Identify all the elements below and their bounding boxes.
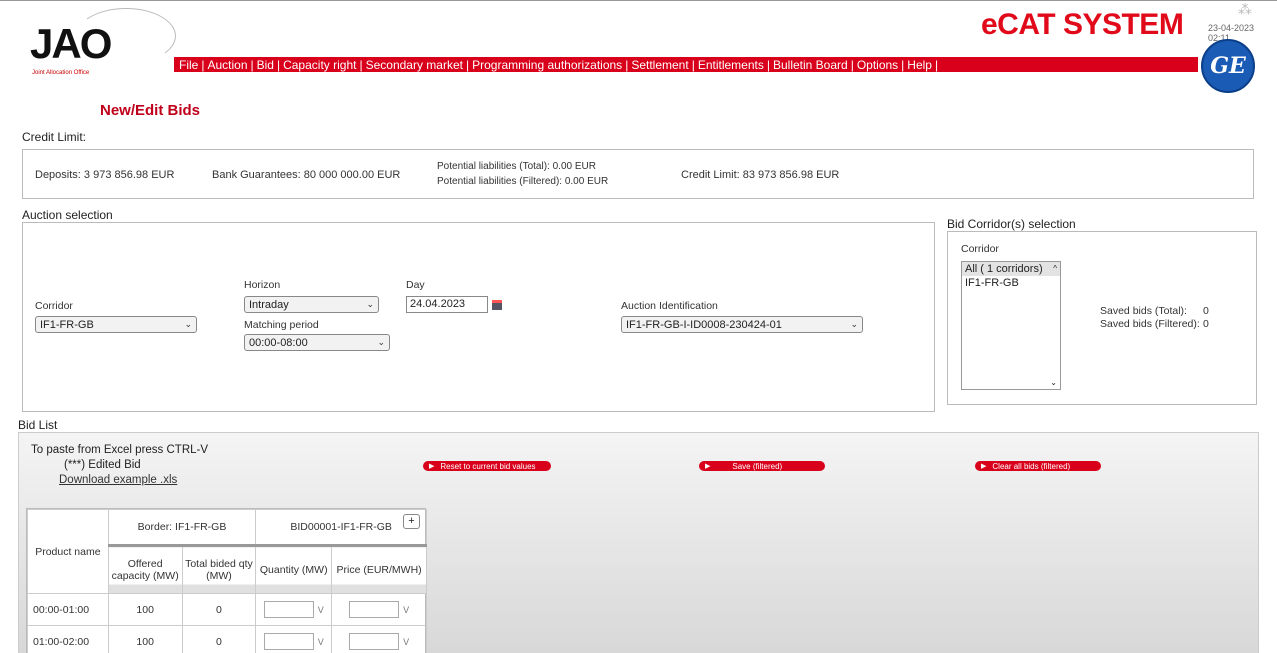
- saved-total-value: 0: [1203, 305, 1209, 317]
- edited-hint: (***) Edited Bid: [64, 459, 141, 471]
- bank-guarantees-text: Bank Guarantees: 80 000 000.00 EUR: [212, 169, 401, 181]
- chevron-down-icon: ⌄: [366, 299, 374, 309]
- offered-capacity-cell: 100: [107, 593, 183, 626]
- bid-id-header: BID00001-IF1-FR-GB: [255, 509, 427, 547]
- auction-id-value: IF1-FR-GB-I-ID0008-230424-01: [626, 318, 782, 331]
- quantity-cell: V: [255, 625, 333, 653]
- potential-filtered-text: Potential liabilities (Filtered): 0.00 E…: [437, 176, 609, 187]
- corridor-listbox[interactable]: All ( 1 corridors) IF1-FR-GB ^ ⌄: [961, 261, 1061, 390]
- price-input[interactable]: [349, 633, 400, 650]
- matching-period-label: Matching period: [244, 319, 319, 331]
- price-cell: V: [331, 625, 427, 653]
- price-cell: V: [331, 593, 427, 626]
- price-input[interactable]: [349, 601, 400, 618]
- credit-limit-text: Credit Limit: 83 973 856.98 EUR: [681, 169, 840, 181]
- top-border: [0, 0, 1277, 1]
- bid-grid: Product name Border: IF1-FR-GB BID00001-…: [26, 508, 427, 653]
- loading-icon: ⁂: [1238, 1, 1252, 17]
- table-row: 00:00-01:00 100 0 V V: [27, 593, 427, 626]
- chevron-down-icon: ⌄: [850, 319, 858, 329]
- download-example-link[interactable]: Download example .xls: [59, 474, 177, 486]
- paste-hint: To paste from Excel press CTRL-V: [31, 444, 209, 456]
- page-title: New/Edit Bids: [100, 102, 201, 119]
- quantity-input[interactable]: [263, 633, 314, 650]
- main-menu: File | Auction | Bid | Capacity right | Seco…: [174, 57, 1198, 72]
- menu-capacity-right[interactable]: Capacity right: [280, 58, 359, 72]
- product-name-cell: 01:00-02:00: [27, 625, 109, 653]
- matching-period-value: 00:00-08:00: [249, 336, 308, 349]
- reset-bids-button[interactable]: ▶ Reset to current bid values: [423, 461, 551, 471]
- auction-panel: Corridor IF1-FR-GB ⌄ Horizon Intraday ⌄ …: [22, 222, 935, 412]
- saved-total-label: Saved bids (Total):: [1100, 305, 1187, 317]
- chevron-down-icon: ⌄: [377, 337, 385, 347]
- clear-bids-button[interactable]: ▶ Clear all bids (filtered): [975, 461, 1101, 471]
- product-name-cell: 00:00-01:00: [27, 593, 109, 626]
- auction-id-label: Auction Identification: [621, 300, 718, 312]
- menu-auction[interactable]: Auction: [204, 58, 250, 72]
- offered-capacity-cell: 100: [107, 625, 183, 653]
- bidlist-section-label: Bid List: [18, 418, 58, 432]
- ge-logo: GE: [1201, 39, 1255, 93]
- offered-capacity-header: Offered capacity (MW): [107, 545, 183, 594]
- save-filtered-button[interactable]: ▶ Save (filtered): [699, 461, 825, 471]
- menu-entitlements[interactable]: Entitlements: [695, 58, 767, 72]
- product-name-header: Product name: [27, 509, 109, 594]
- menu-programming-authorizations[interactable]: Programming authorizations: [469, 58, 625, 72]
- day-label: Day: [406, 279, 425, 291]
- menu-bid[interactable]: Bid: [254, 58, 277, 72]
- price-header: Price (EUR/MWH): [331, 545, 427, 594]
- matching-period-select[interactable]: 00:00-08:00 ⌄: [244, 334, 390, 351]
- jao-logo: JAO Joint Allocation Office: [18, 8, 176, 78]
- border-header: Border: IF1-FR-GB: [107, 509, 257, 547]
- menu-secondary-market[interactable]: Secondary market: [363, 58, 466, 72]
- clear-bids-label: Clear all bids (filtered): [992, 461, 1071, 471]
- deposits-text: Deposits: 3 973 856.98 EUR: [35, 169, 175, 181]
- app-title: eCAT SYSTEM: [981, 8, 1184, 41]
- quantity-header: Quantity (MW): [255, 545, 333, 594]
- play-icon: ▶: [429, 463, 435, 470]
- play-icon: ▶: [705, 463, 711, 470]
- auction-section-label: Auction selection: [22, 208, 113, 222]
- total-bided-header: Total bided qty (MW): [181, 545, 257, 594]
- corridor-selection-panel: Corridor All ( 1 corridors) IF1-FR-GB ^ …: [947, 231, 1257, 405]
- menu-help[interactable]: Help: [904, 58, 935, 72]
- corridor-list-label: Corridor: [961, 243, 999, 255]
- quantity-input[interactable]: [263, 601, 314, 618]
- total-bided-cell: 0: [181, 625, 257, 653]
- logo-text: JAO: [30, 20, 112, 67]
- table-row: 01:00-02:00 100 0 V V: [27, 625, 427, 653]
- total-bided-cell: 0: [181, 593, 257, 626]
- horizon-select[interactable]: Intraday ⌄: [244, 296, 379, 313]
- horizon-label: Horizon: [244, 279, 281, 291]
- menu-bulletin-board[interactable]: Bulletin Board: [770, 58, 851, 72]
- menu-file[interactable]: File: [176, 58, 201, 72]
- menu-settlement[interactable]: Settlement: [628, 58, 691, 72]
- potential-total-text: Potential liabilities (Total): 0.00 EUR: [437, 161, 596, 172]
- corridor-option-all[interactable]: All ( 1 corridors): [962, 262, 1060, 276]
- menu-options[interactable]: Options: [854, 58, 901, 72]
- logo-subtitle: Joint Allocation Office: [32, 70, 90, 76]
- calendar-icon[interactable]: [492, 300, 502, 310]
- play-icon: ▶: [981, 463, 987, 470]
- add-bid-button[interactable]: +: [403, 514, 420, 529]
- day-input[interactable]: 24.04.2023: [406, 296, 488, 313]
- reset-bids-label: Reset to current bid values: [440, 461, 536, 471]
- horizon-select-value: Intraday: [249, 298, 289, 311]
- save-filtered-label: Save (filtered): [732, 461, 783, 471]
- scroll-up-icon[interactable]: ^: [1053, 264, 1057, 273]
- scroll-down-icon[interactable]: ⌄: [1050, 378, 1057, 387]
- saved-filtered-label: Saved bids (Filtered):: [1100, 318, 1200, 330]
- corridor-select[interactable]: IF1-FR-GB ⌄: [35, 316, 197, 333]
- corridor-select-value: IF1-FR-GB: [40, 318, 94, 331]
- credit-panel: Deposits: 3 973 856.98 EUR Bank Guarante…: [22, 149, 1254, 199]
- saved-filtered-value: 0: [1203, 318, 1209, 330]
- credit-section-label: Credit Limit:: [22, 130, 87, 144]
- auction-id-select[interactable]: IF1-FR-GB-I-ID0008-230424-01 ⌄: [621, 316, 863, 333]
- corridor-label: Corridor: [35, 300, 73, 312]
- quantity-cell: V: [255, 593, 333, 626]
- corridor-option-if1-fr-gb[interactable]: IF1-FR-GB: [962, 276, 1060, 290]
- chevron-down-icon: ⌄: [184, 319, 192, 329]
- corridor-selection-label: Bid Corridor(s) selection: [947, 217, 1076, 231]
